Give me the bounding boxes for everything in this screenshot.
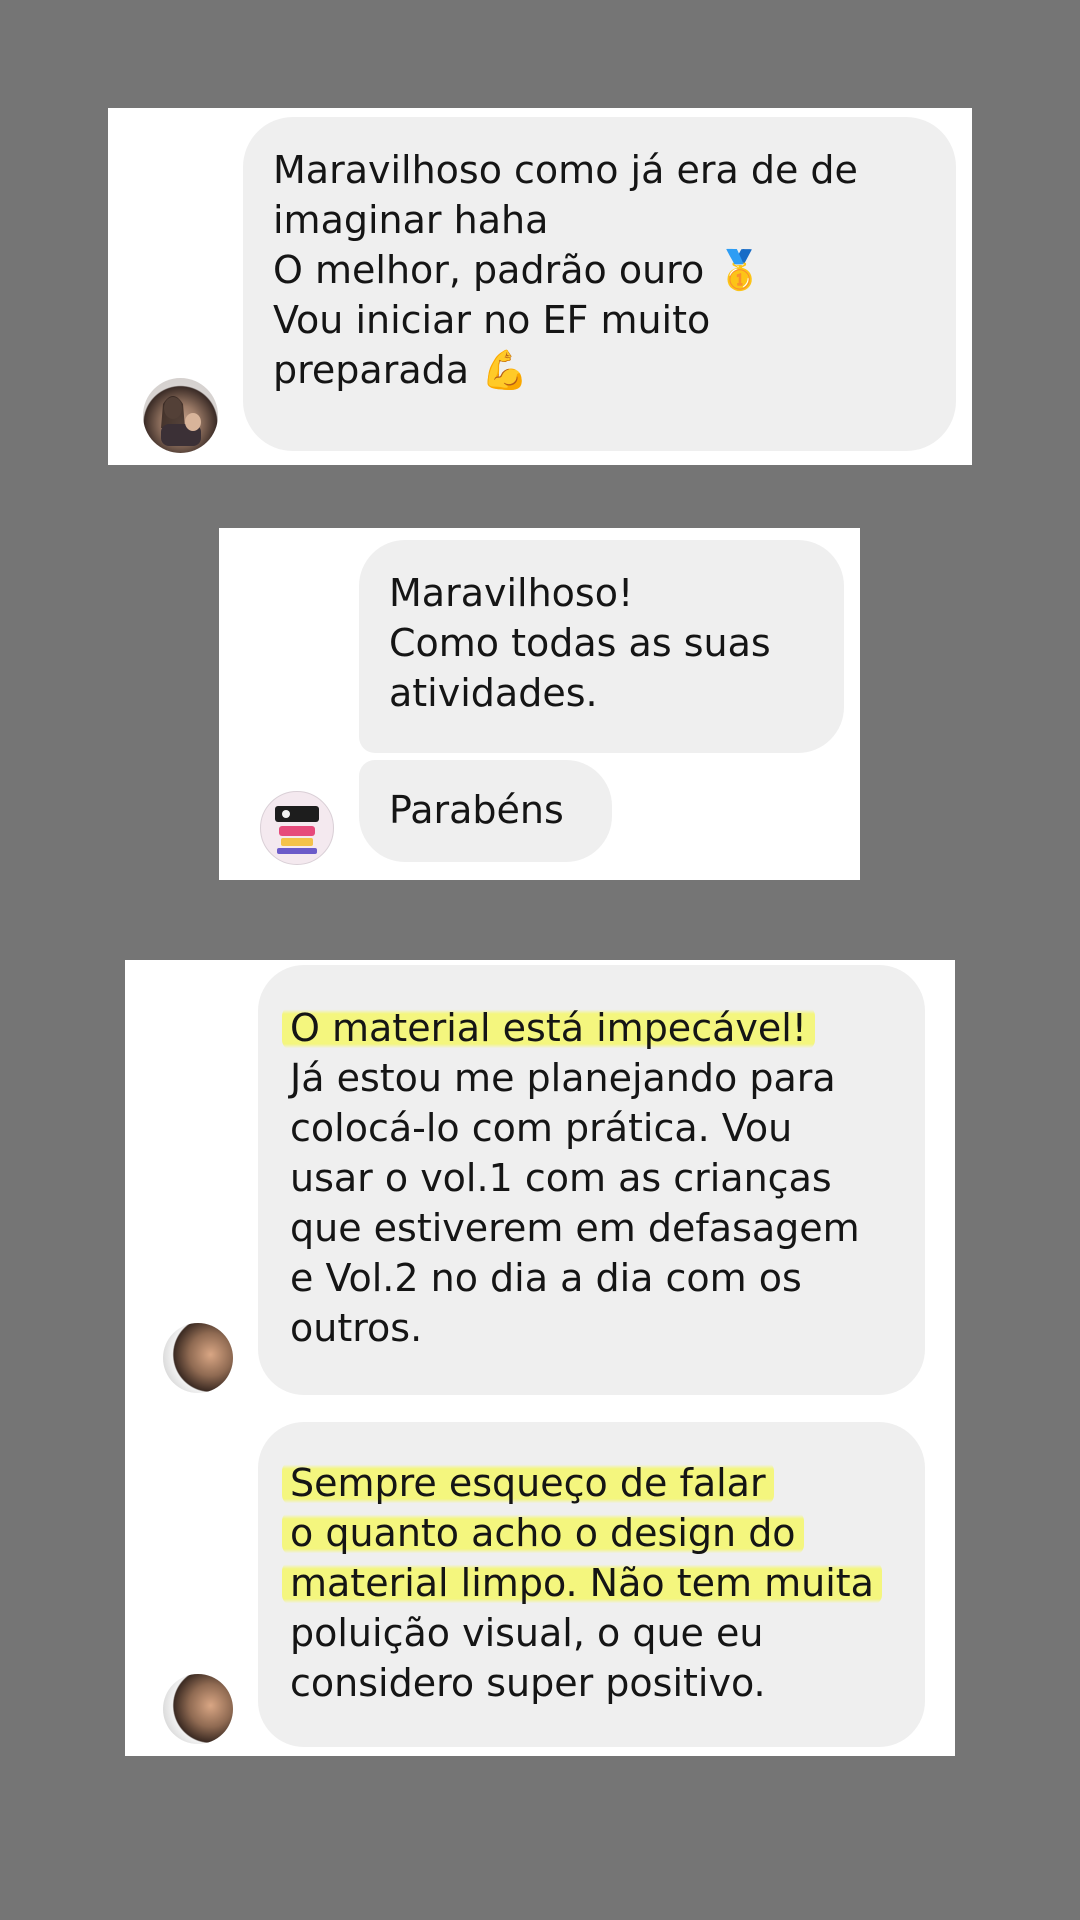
message-line: Parabéns: [389, 788, 564, 832]
message-line: que estiverem em defasagem: [290, 1206, 860, 1250]
message-line-highlighted: material limpo. Não tem muita: [282, 1558, 925, 1608]
message-bubble[interactable]: Maravilhoso! Como todas as suas atividad…: [359, 540, 844, 753]
message-line: Maravilhoso como já era de de: [273, 148, 858, 192]
message-line: preparada 💪: [273, 348, 529, 392]
text-highlight: o quanto acho o design do: [282, 1511, 804, 1555]
message-line: O melhor, padrão ouro 🥇: [273, 248, 764, 292]
message-bubble[interactable]: Sempre esqueço de falar o quanto acho o …: [258, 1422, 925, 1747]
message-line: considero super positivo.: [290, 1661, 766, 1705]
message-line: usar o vol.1 com as crianças: [290, 1156, 832, 1200]
message-line: e Vol.2 no dia a dia com os: [290, 1256, 802, 1300]
flexed-biceps-emoji-icon: 💪: [481, 348, 529, 392]
brand-logo-avatar-icon[interactable]: [260, 791, 334, 865]
text-highlight: material limpo. Não tem muita: [282, 1561, 882, 1605]
user-photo-avatar-icon[interactable]: [163, 1323, 233, 1393]
user-photo-avatar-icon[interactable]: [163, 1674, 233, 1744]
message-bubble[interactable]: Parabéns: [359, 760, 612, 862]
message-line: imaginar haha: [273, 198, 549, 242]
message-bubble[interactable]: O material está impecável! Já estou me p…: [258, 965, 925, 1395]
chat-card-2: Maravilhoso! Como todas as suas atividad…: [219, 528, 860, 880]
message-line-highlighted: O material está impecável!: [282, 1003, 925, 1053]
message-bubble[interactable]: Maravilhoso como já era de de imaginar h…: [243, 117, 956, 451]
message-line: outros.: [290, 1306, 423, 1350]
user-photo-avatar-icon[interactable]: [143, 378, 218, 453]
chat-card-3: O material está impecável! Já estou me p…: [125, 960, 955, 1756]
text-highlight: O material está impecável!: [282, 1006, 816, 1050]
text-highlight: Sempre esqueço de falar: [282, 1461, 774, 1505]
message-line: Já estou me planejando para: [290, 1056, 836, 1100]
message-line: atividades.: [389, 671, 598, 715]
message-line-highlighted: Sempre esqueço de falar: [282, 1458, 925, 1508]
message-line: colocá-lo com prática. Vou: [290, 1106, 793, 1150]
chat-card-1: Maravilhoso como já era de de imaginar h…: [108, 108, 972, 465]
message-line: Vou iniciar no EF muito: [273, 298, 711, 342]
gold-medal-emoji-icon: 🥇: [716, 248, 764, 292]
message-line: Maravilhoso!: [389, 571, 634, 615]
message-line: Como todas as suas: [389, 621, 771, 665]
message-line-highlighted: o quanto acho o design do: [282, 1508, 925, 1558]
message-line: poluição visual, o que eu: [290, 1611, 764, 1655]
